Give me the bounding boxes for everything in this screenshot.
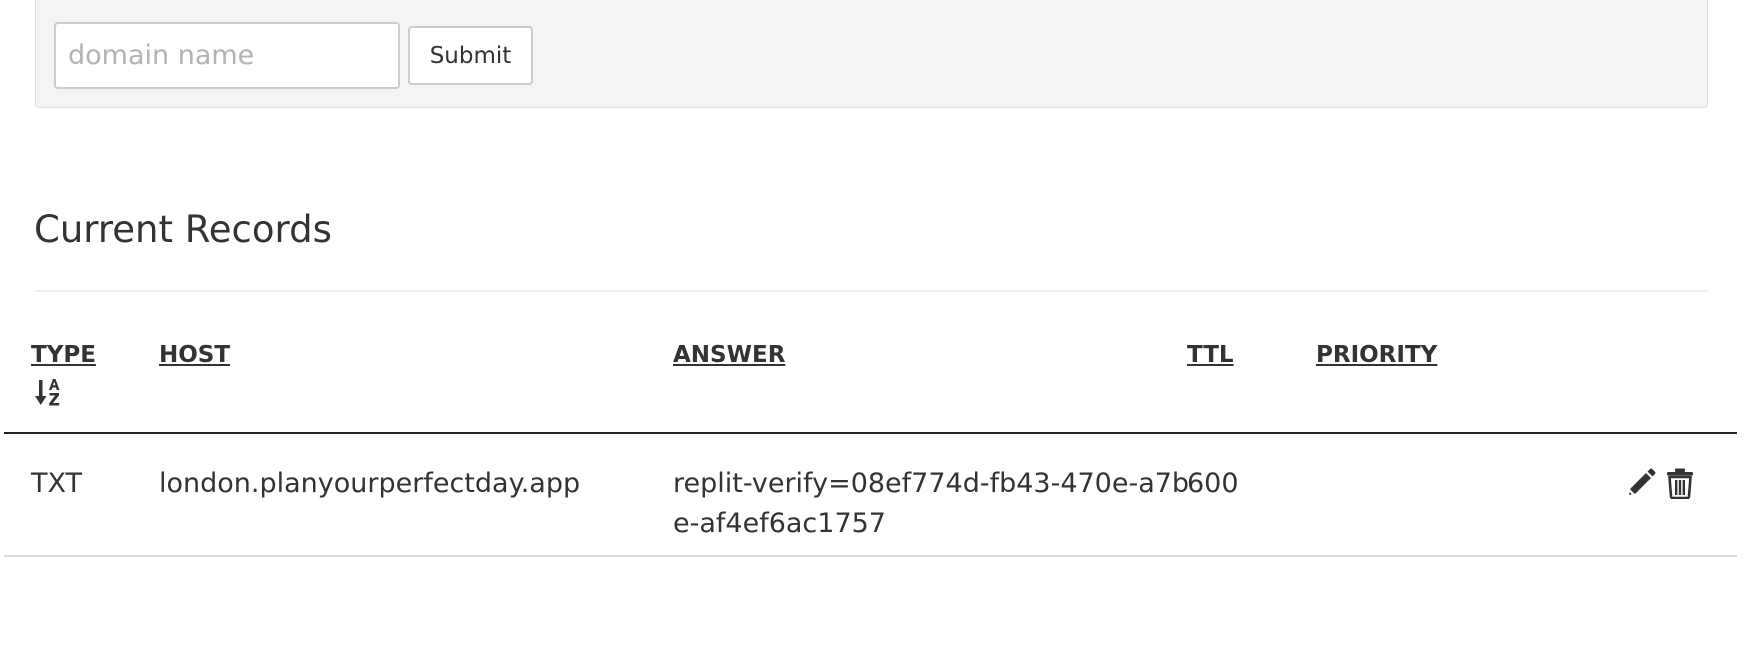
sort-alpha-down-icon[interactable] [35,378,65,408]
table-header-row: TYPE HOST ANSWER TTL PRIORITY [4,320,1737,434]
table-row: TXT london.planyourperfectday.app replit… [4,434,1737,557]
section-title: Current Records [34,208,332,251]
title-divider [35,290,1708,292]
column-header-answer[interactable]: ANSWER [673,340,785,370]
dns-records-page: Submit Current Records TYPE HOST ANSWER … [0,0,1744,666]
record-type-cell: TXT [31,468,83,499]
pencil-icon[interactable] [1625,467,1657,499]
records-table: TYPE HOST ANSWER TTL PRIORITY TXT london… [4,320,1737,557]
record-answer-cell: replit-verify=08ef774d-fb43-470e-a7be-af… [673,468,1190,539]
trash-icon[interactable] [1664,467,1696,499]
record-ttl-cell: 600 [1187,468,1239,499]
column-header-ttl[interactable]: TTL [1187,340,1234,370]
column-header-priority[interactable]: PRIORITY [1316,340,1437,370]
add-domain-form: Submit [35,0,1708,108]
domain-name-input[interactable] [54,22,400,89]
submit-button[interactable]: Submit [408,26,533,85]
record-host-cell: london.planyourperfectday.app [159,468,581,499]
column-header-host[interactable]: HOST [159,340,230,370]
column-header-type[interactable]: TYPE [31,340,96,370]
